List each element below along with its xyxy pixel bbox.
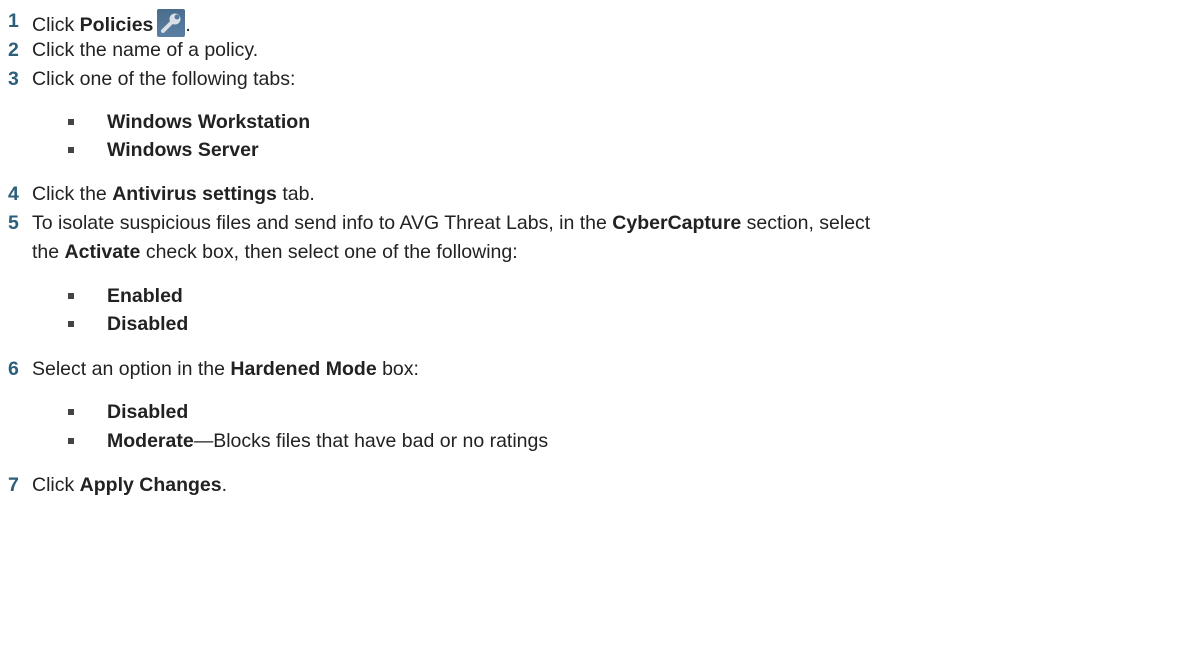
step-text-post: . xyxy=(185,14,191,36)
step-number: 4 xyxy=(8,183,19,205)
step-text: Click the Antivirus settings tab. xyxy=(32,182,315,206)
step-text-post: box: xyxy=(376,358,419,380)
antivirus-settings-label: Antivirus settings xyxy=(112,183,277,205)
bullet-icon xyxy=(68,321,74,327)
bullet-bold: Moderate xyxy=(107,430,194,452)
step-text-pre: the xyxy=(32,241,65,263)
bullet-icon xyxy=(68,438,74,444)
step-text: Click Policies. xyxy=(32,9,191,37)
hardened-mode-label: Hardened Mode xyxy=(230,358,377,380)
step-text-pre: Click xyxy=(32,474,80,496)
step-text-pre: Select an option in the xyxy=(32,358,231,380)
bullet-text: Enabled xyxy=(107,285,183,307)
step-number: 1 xyxy=(8,10,19,32)
step-text-pre: Click xyxy=(32,14,80,36)
bullet-text: Disabled xyxy=(107,400,188,424)
step-text: To isolate suspicious files and send inf… xyxy=(32,211,870,235)
wrench-icon xyxy=(157,9,186,37)
step-text: Click one of the following tabs: xyxy=(32,68,296,90)
step-number: 3 xyxy=(8,68,19,90)
step-text: Select an option in the Hardened Mode bo… xyxy=(32,357,419,381)
step-text-post: section, select xyxy=(741,212,871,234)
bullet-text: Windows Server xyxy=(107,139,259,161)
bullet-icon xyxy=(68,293,74,299)
bullet-icon xyxy=(68,409,74,415)
step-text: Click Apply Changes. xyxy=(32,473,227,497)
policies-label: Policies xyxy=(79,14,154,36)
step-number: 2 xyxy=(8,39,19,61)
step-number: 5 xyxy=(8,212,19,234)
apply-changes-label: Apply Changes xyxy=(79,474,222,496)
step-number: 7 xyxy=(8,474,19,496)
step-text-pre: Click the xyxy=(32,183,113,205)
bullet-text: Disabled xyxy=(107,313,189,335)
bullet-icon xyxy=(68,119,74,125)
step-number: 6 xyxy=(8,358,19,380)
cybercapture-label: CyberCapture xyxy=(612,212,742,234)
bullet-bold: Disabled xyxy=(107,401,189,423)
step-text: the Activate check box, then select one … xyxy=(32,240,518,264)
activate-label: Activate xyxy=(64,241,141,263)
step-text-pre: To isolate suspicious files and send inf… xyxy=(32,212,613,234)
step-text-post: tab. xyxy=(276,183,315,205)
bullet-icon xyxy=(68,147,74,153)
bullet-rest: —Blocks files that have bad or no rating… xyxy=(193,430,549,452)
step-text-post: . xyxy=(221,474,228,496)
step-text: Click the name of a policy. xyxy=(32,39,259,61)
bullet-text: Windows Workstation xyxy=(107,111,311,133)
step-text-post: check box, then select one of the follow… xyxy=(140,241,518,263)
bullet-text: Moderate—Blocks files that have bad or n… xyxy=(107,429,548,453)
